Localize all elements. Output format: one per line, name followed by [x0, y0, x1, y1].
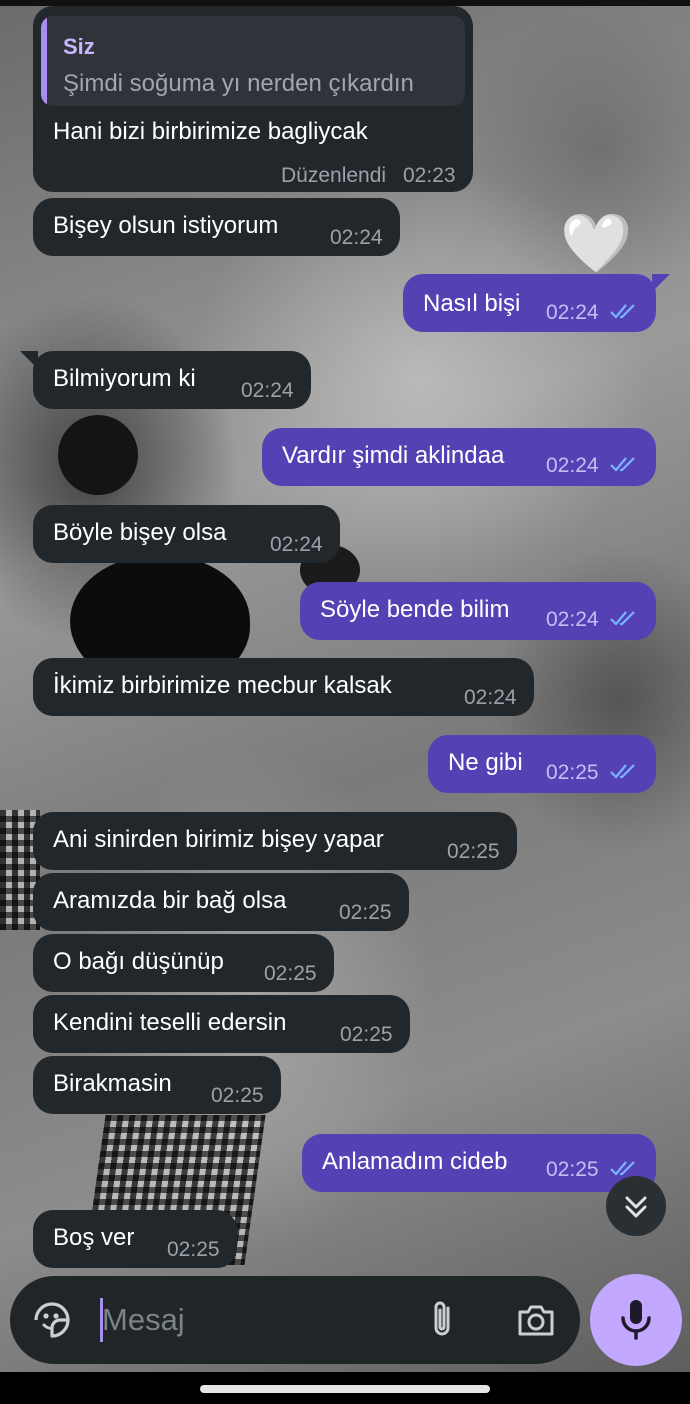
- message-text: İkimiz birbirimize mecbur kalsak: [53, 672, 392, 699]
- message-time: 02:25: [167, 1238, 220, 1261]
- message-text: Böyle bişey olsa: [53, 519, 227, 546]
- voice-record-button[interactable]: [590, 1274, 682, 1366]
- message-time: 02:25: [339, 901, 392, 924]
- sticker-button[interactable]: [30, 1298, 74, 1342]
- message-input[interactable]: Mesaj: [102, 1302, 185, 1338]
- message-text: Söyle bende bilim: [320, 596, 510, 623]
- message-bubble-incoming[interactable]: Kendini teselli edersin 02:25: [33, 995, 410, 1053]
- message-bubble-outgoing[interactable]: Ne gibi 02:25: [428, 735, 656, 793]
- sticker-icon: [34, 1302, 70, 1338]
- message-edited-label: Düzenlendi: [281, 164, 387, 187]
- message-text: Vardır şimdi aklindaa: [282, 442, 505, 469]
- message-time: 02:24: [546, 608, 599, 631]
- read-checkmarks-icon: [610, 764, 635, 779]
- message-time: 02:24: [546, 454, 599, 477]
- read-checkmarks-icon: [610, 611, 635, 626]
- reply-quote[interactable]: Siz Şimdi soğuma yı nerden çıkardın: [41, 16, 465, 106]
- paperclip-icon: [434, 1301, 450, 1336]
- message-bubble-outgoing[interactable]: Anlamadım cideb 02:25: [302, 1134, 656, 1192]
- message-bubble-incoming[interactable]: İkimiz birbirimize mecbur kalsak 02:24: [33, 658, 534, 716]
- wallpaper-bear-eye: [58, 415, 138, 495]
- message-text: Hani bizi birbirimize bagliycak: [53, 118, 368, 145]
- message-time: 02:25: [546, 761, 599, 784]
- camera-button[interactable]: [514, 1298, 558, 1342]
- message-bubble-outgoing[interactable]: Nasıl bişi 02:24: [403, 274, 656, 332]
- message-composer[interactable]: Mesaj: [10, 1276, 580, 1364]
- read-checkmarks-icon: [610, 1161, 635, 1176]
- double-chevron-down-icon: [625, 1196, 647, 1218]
- message-bubble-incoming[interactable]: O bağı düşünüp 02:25: [33, 934, 334, 992]
- reply-quote-author: Siz: [63, 34, 95, 59]
- message-bubble-outgoing[interactable]: Söyle bende bilim 02:24: [300, 582, 656, 640]
- message-bubble-incoming[interactable]: Birakmasin 02:25: [33, 1056, 281, 1114]
- message-bubble-incoming[interactable]: Ani sinirden birimiz bişey yapar 02:25: [33, 812, 517, 870]
- message-time: 02:25: [211, 1084, 264, 1107]
- reaction-heart-icon: 🤍: [560, 211, 633, 276]
- message-time: 02:23: [403, 164, 456, 187]
- message-time: 02:24: [330, 226, 383, 249]
- microphone-icon: [621, 1300, 651, 1340]
- message-time: 02:25: [447, 840, 500, 863]
- message-bubble-incoming[interactable]: Boş ver 02:25: [33, 1210, 237, 1268]
- message-bubble-incoming[interactable]: Bilmiyorum ki 02:24: [33, 351, 311, 409]
- message-text: Kendini teselli edersin: [53, 1009, 287, 1036]
- scroll-to-bottom-button[interactable]: [606, 1176, 666, 1236]
- message-time: 02:25: [340, 1023, 393, 1046]
- read-checkmarks-icon: [610, 304, 635, 319]
- message-text: Anlamadım cideb: [322, 1148, 508, 1175]
- message-text: Boş ver: [53, 1224, 135, 1251]
- camera-icon: [518, 1305, 554, 1336]
- message-bubble-incoming[interactable]: Aramızda bir bağ olsa 02:25: [33, 873, 409, 931]
- message-bubble-outgoing[interactable]: Vardır şimdi aklindaa 02:24: [262, 428, 656, 486]
- message-bubble-incoming[interactable]: Bişey olsun istiyorum 02:24: [33, 198, 400, 256]
- home-gesture-bar[interactable]: [200, 1385, 490, 1393]
- message-text: Ne gibi: [448, 749, 523, 776]
- message-text: Bişey olsun istiyorum: [53, 212, 279, 239]
- message-text: Ani sinirden birimiz bişey yapar: [53, 826, 384, 853]
- message-time: 02:24: [546, 301, 599, 324]
- message-time: 02:24: [464, 686, 517, 709]
- reply-quote-text: Şimdi soğuma yı nerden çıkardın: [63, 70, 414, 97]
- message-text: Bilmiyorum ki: [53, 365, 196, 392]
- read-checkmarks-icon: [610, 457, 635, 472]
- message-time: 02:24: [270, 533, 323, 556]
- message-bubble-incoming[interactable]: Siz Şimdi soğuma yı nerden çıkardın Hani…: [33, 6, 473, 192]
- message-text: Aramızda bir bağ olsa: [53, 887, 287, 914]
- reply-quote-bar: [41, 16, 47, 106]
- message-time: 02:25: [264, 962, 317, 985]
- message-text: Nasıl bişi: [423, 290, 521, 317]
- attach-button[interactable]: [424, 1298, 464, 1342]
- message-time: 02:24: [241, 379, 294, 402]
- message-text: Birakmasin: [53, 1070, 172, 1097]
- message-time: 02:25: [546, 1158, 599, 1181]
- message-bubble-incoming[interactable]: Böyle bişey olsa 02:24: [33, 505, 340, 563]
- message-text: O bağı düşünüp: [53, 948, 224, 975]
